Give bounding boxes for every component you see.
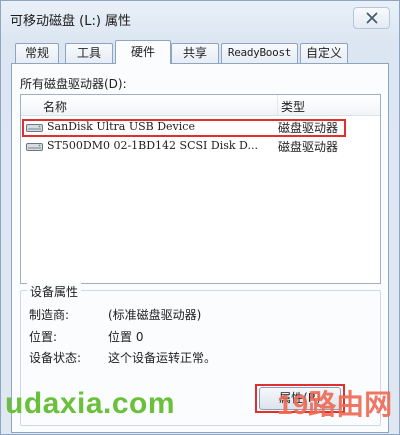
column-separator[interactable] [277,95,278,115]
watermark-right: 19路由网 [277,389,393,420]
list-header: 名称 类型 [21,95,380,116]
device-row[interactable]: SanDisk Ultra USB Device 磁盘驱动器 [21,119,380,137]
device-properties-title: 设备属性 [27,283,82,300]
drive-icon [26,143,43,151]
watermark-left: udaxia.com [5,387,176,420]
device-type: 磁盘驱动器 [278,140,339,154]
manufacturer-label: 制造商: [29,308,70,322]
title-bar: 可移动磁盘 (L:) 属性 [1,1,399,35]
tab-readyboost[interactable]: ReadyBoost [221,43,298,63]
tab-strip: 常规 工具 硬件 共享 ReadyBoost 自定义 [15,40,395,64]
device-status-label: 设备状态: [29,351,82,365]
device-status-value: 这个设备运转正常。 [108,351,217,365]
column-header-name[interactable]: 名称 [43,98,67,115]
tab-general[interactable]: 常规 [15,43,59,63]
tab-tools[interactable]: 工具 [65,43,113,63]
device-list[interactable]: 名称 类型 SanDisk Ultra USB Device 磁盘驱动器 ST5… [20,94,381,284]
window-title: 可移动磁盘 (L:) 属性 [10,14,132,29]
close-button[interactable] [353,7,390,29]
column-header-type[interactable]: 类型 [281,98,305,115]
tab-customize[interactable]: 自定义 [300,43,348,63]
properties-window: 可移动磁盘 (L:) 属性 常规 工具 硬件 共享 ReadyBoost 自定义… [0,0,400,435]
tab-panel-hardware: 所有磁盘驱动器(D): 名称 类型 SanDisk Ultra USB Devi… [11,63,389,433]
location-label: 位置: [29,330,58,344]
close-icon [366,12,377,24]
device-name: ST500DM0 02-1BD142 SCSI Disk D... [47,139,258,152]
location-value: 位置 0 [108,330,144,344]
all-drives-label: 所有磁盘驱动器(D): [20,77,127,91]
manufacturer-value: (标准磁盘驱动器) [108,308,202,322]
selection-highlight [22,119,346,137]
tab-hardware[interactable]: 硬件 [115,40,171,64]
tab-sharing[interactable]: 共享 [171,43,219,63]
device-row[interactable]: ST500DM0 02-1BD142 SCSI Disk D... 磁盘驱动器 [21,138,380,155]
